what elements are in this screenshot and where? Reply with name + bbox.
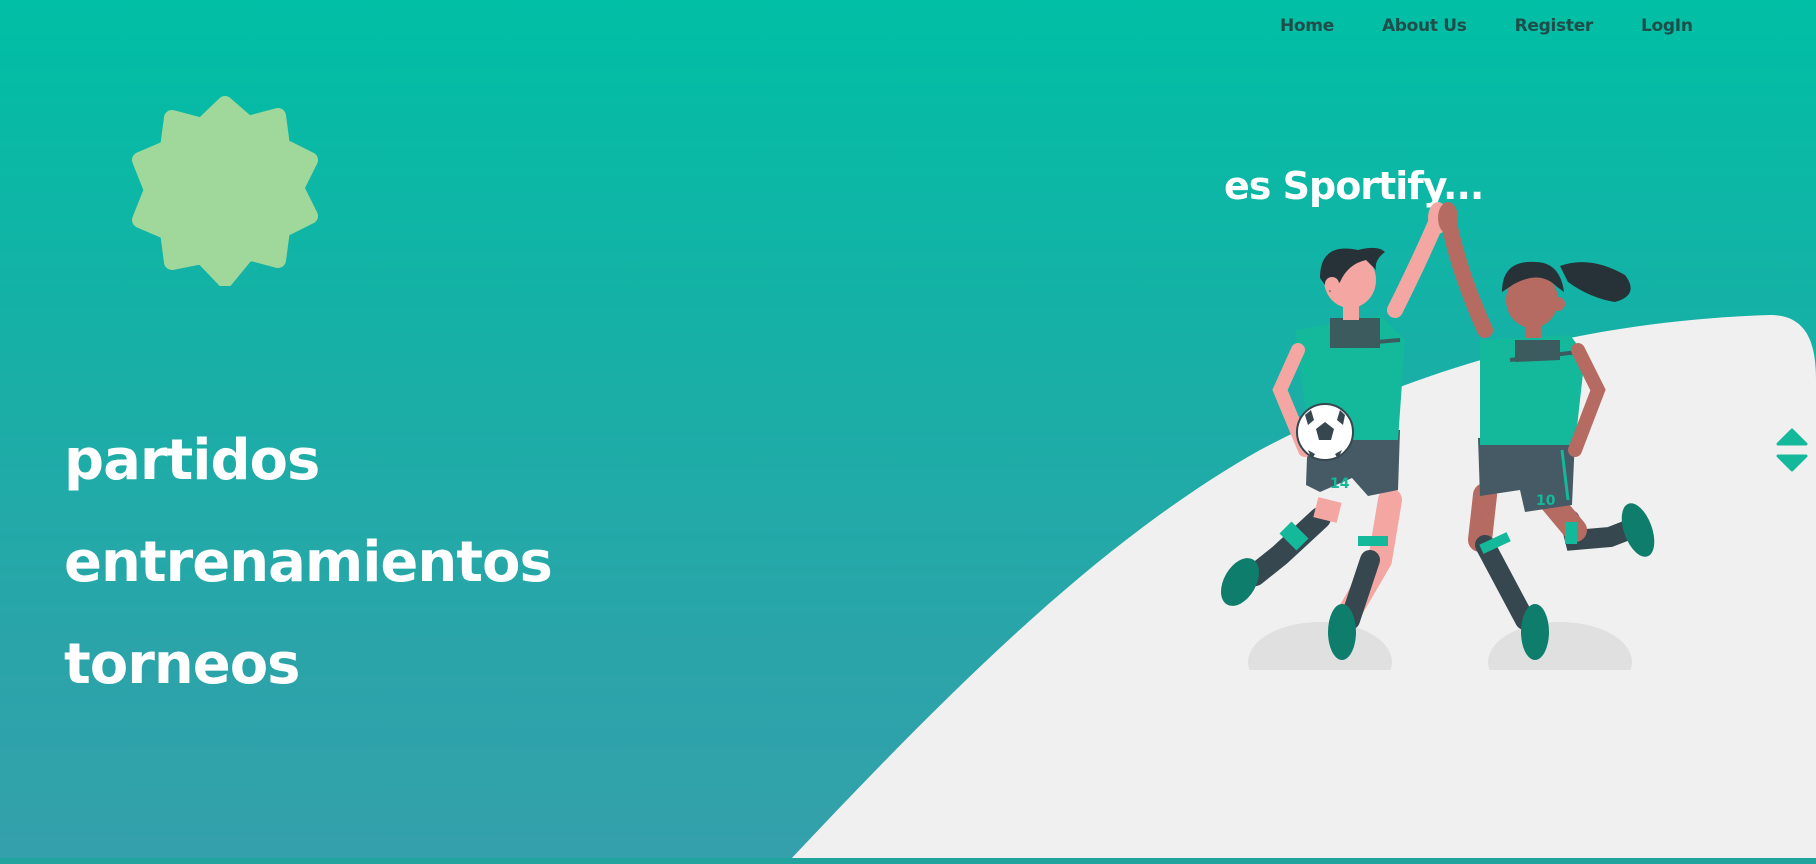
- player-right: 10: [1438, 202, 1655, 660]
- player-right-number: 10: [1536, 493, 1556, 509]
- players-illustration: 14 10: [1221, 202, 1655, 670]
- bottom-border: [0, 858, 1816, 864]
- scroll-arrows: [1776, 428, 1808, 472]
- player-right-shadow: [1488, 622, 1632, 670]
- player-left: 14: [1221, 202, 1448, 660]
- triangle-down-icon[interactable]: [1776, 454, 1808, 472]
- soccer-ball-icon: [1296, 403, 1354, 461]
- triangle-up-icon[interactable]: [1776, 428, 1808, 446]
- player-left-number: 14: [1330, 476, 1350, 492]
- player-left-shadow: [1248, 622, 1392, 670]
